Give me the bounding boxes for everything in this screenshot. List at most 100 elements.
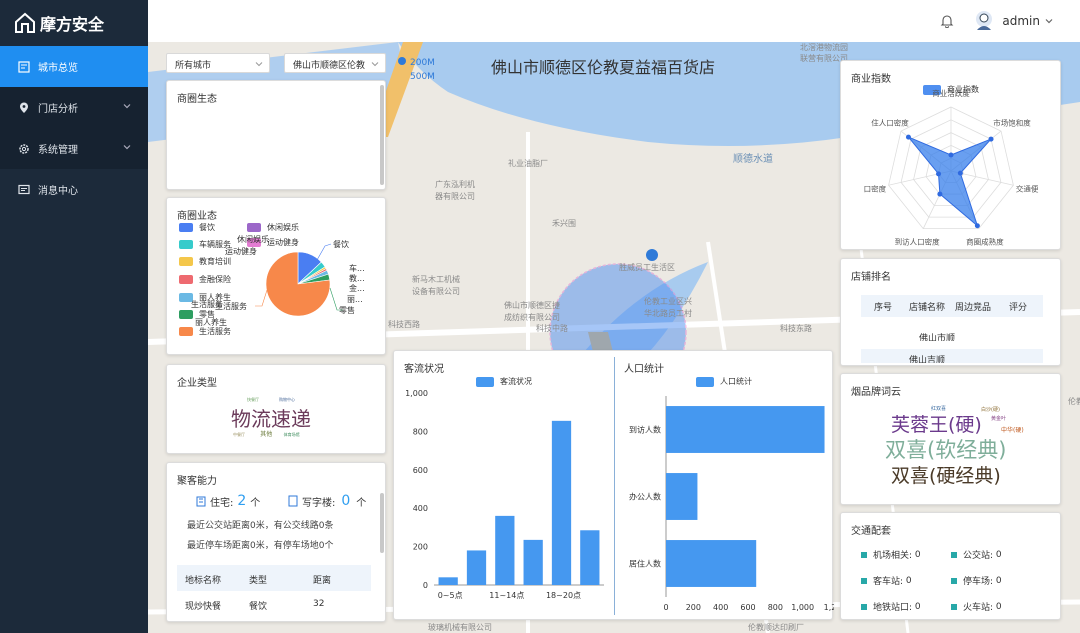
scrollbar[interactable]	[380, 85, 384, 185]
sidebar-item-label: 城市总览	[38, 63, 78, 74]
traffic-value: 0	[995, 549, 1002, 560]
radar-point	[936, 171, 942, 177]
chevron-down-icon	[123, 104, 131, 109]
panel-title: 聚客能力	[177, 476, 217, 487]
sidebar-item-overview[interactable]: 城市总览	[0, 46, 148, 87]
map-label: 科技东路	[780, 324, 812, 333]
bar	[466, 550, 487, 585]
city-select[interactable]: 所有城市	[166, 53, 270, 73]
y-tick-label: 办公人数	[629, 492, 661, 502]
panel-title: 店铺排名	[851, 272, 891, 283]
traffic-label: 机场相关:	[873, 551, 913, 561]
city-select-value: 所有城市	[175, 61, 212, 71]
word: 双喜(硬经典)	[891, 465, 1001, 487]
logo-icon	[15, 12, 35, 33]
col-header: 序号	[874, 303, 893, 313]
cigarette-wordcloud-panel: 烟品牌词云 红双喜 白沙(硬) 中华(硬) 黄金叶 芙蓉王(硬) 双喜(软经典)…	[840, 373, 1061, 505]
col-header: 周边竞品	[955, 303, 992, 313]
business-format-pie: 餐饮车...教...金...丽...零售生活服务	[215, 239, 365, 317]
bullet-icon	[951, 551, 957, 558]
map-label: 科技西路	[388, 320, 420, 329]
traffic-panel: 交通配套 机场相关: 0 公交站: 0 客车站: 0 停车场: 0 地铁站口: …	[840, 512, 1061, 620]
radar-point	[948, 152, 954, 158]
residential-unit: 个	[250, 497, 261, 509]
col-header: 店铺名称	[909, 303, 946, 313]
office-value: 0	[341, 493, 351, 509]
sidebar-item-label: 消息中心	[38, 186, 78, 197]
map-scale: 200M 500M	[398, 56, 435, 84]
chevron-down-icon	[123, 145, 131, 150]
residential-label: 住宅:	[210, 497, 234, 509]
sidebar: 摩方安全 城市总览 门店分析 系统管理 消息中心	[0, 0, 148, 633]
y-tick-label: 200	[413, 543, 428, 552]
sidebar-item-messages[interactable]: 消息中心	[0, 169, 148, 210]
table-row[interactable]: 佛山吉顺	[861, 349, 1043, 363]
x-tick-label: 1,000	[791, 603, 814, 612]
y-tick-label: 400	[413, 504, 428, 513]
pie-label: 丽...	[347, 295, 363, 304]
sidebar-item-system[interactable]: 系统管理	[0, 128, 148, 169]
radar-axis-label: 到访人口密度	[895, 236, 940, 246]
landmark-table: 地标名称 类型 距离 现炒快餐 餐饮 32	[177, 565, 371, 617]
word: 白沙(硬)	[981, 407, 1000, 413]
table-cell: 佛山市顺	[919, 334, 956, 341]
office-icon	[288, 495, 298, 507]
parking-info: 最近停车场距离0米，有停车场地0个	[187, 541, 334, 551]
word-cloud-small: 中餐厅 其他 体育场馆	[233, 429, 300, 438]
sidebar-item-store-analysis[interactable]: 门店分析	[0, 87, 148, 128]
residential-stat: 住宅: 2 个	[195, 493, 260, 509]
x-tick-label: 800	[768, 603, 783, 612]
bell-icon[interactable]	[940, 14, 954, 28]
word: 芙蓉王(硬)	[891, 414, 982, 436]
traffic-value: 0	[905, 575, 912, 586]
x-tick-label: 0	[663, 603, 668, 612]
avatar-icon[interactable]	[974, 10, 994, 32]
panel-title: 企业类型	[177, 378, 217, 389]
traffic-value: 0	[914, 601, 921, 612]
pie-label: 生活服务	[215, 301, 247, 311]
map-label: 新马木工机械	[412, 275, 460, 284]
bullet-icon	[861, 577, 867, 584]
word: 双喜(软经典)	[885, 438, 1007, 462]
x-tick-label: 400	[713, 603, 728, 612]
table-header: 地标名称 类型 距离	[177, 565, 371, 591]
traffic-item: 停车场: 0	[951, 574, 1002, 587]
map-label: 设备有限公司	[412, 287, 460, 296]
bar	[666, 540, 757, 587]
map-label: 顺德水道	[733, 154, 773, 165]
bar	[666, 406, 825, 453]
bar	[438, 577, 458, 585]
logo[interactable]: 摩方安全	[0, 0, 148, 46]
table-row[interactable]: 现炒快餐 餐饮 32	[177, 591, 371, 617]
chevron-down-icon[interactable]	[1044, 16, 1054, 26]
map-title: 佛山市顺德区伦教夏益福百货店	[491, 58, 716, 77]
gear-icon	[19, 143, 29, 154]
office-stat: 写字楼: 0 个	[287, 493, 366, 509]
panel-title: 烟品牌词云	[851, 387, 901, 398]
store-select[interactable]: 佛山市顺德区伦教	[284, 53, 386, 73]
map-label: 伦教顺达印刷厂	[748, 623, 804, 632]
building-icon	[196, 496, 206, 507]
panel-title: 商圈生态	[177, 94, 217, 105]
traffic-label: 地铁站口:	[873, 603, 913, 613]
traffic-value: 0	[995, 601, 1002, 612]
commerce-radar-chart: 商业活跃度市场饱和度交通便商圈成熟度 到访人口密度 口密度 住人口密度	[864, 88, 1039, 246]
topbar: admin	[148, 0, 1080, 42]
y-tick-label: 800	[413, 427, 428, 436]
radar-point	[974, 223, 980, 229]
radar-axis-label: 市场饱和度	[993, 117, 1031, 127]
business-format-panel: 商圈业态 餐饮 车辆服务 教育培训 金融保险 丽人养生 零售 生活服务 休闲娱乐 运动健身 休闲娱…	[166, 197, 386, 355]
traffic-item: 火车站: 0	[951, 600, 1002, 613]
word: 中华(硬)	[1001, 427, 1024, 434]
business-ecology-panel: 商圈生态	[166, 80, 386, 190]
flow-population-panel: 客流状况 人口统计 客流状况 人口统计 0 200 400 600 800 1,000 0~…	[393, 350, 834, 620]
bullet-icon	[861, 603, 867, 610]
col-header: 评分	[1009, 303, 1028, 313]
table-row[interactable]: 佛山市顺	[861, 325, 1043, 341]
user-name[interactable]: admin	[1002, 14, 1040, 28]
store-rank-panel: 店铺排名 序号 店铺名称 周边竞品 评分 佛山市顺 佛山吉顺	[840, 258, 1061, 366]
map-label: 器有限公司	[435, 192, 475, 201]
store-select-value: 佛山市顺德区伦教	[293, 61, 366, 71]
residential-value: 2	[237, 493, 247, 509]
scrollbar[interactable]	[380, 493, 384, 553]
